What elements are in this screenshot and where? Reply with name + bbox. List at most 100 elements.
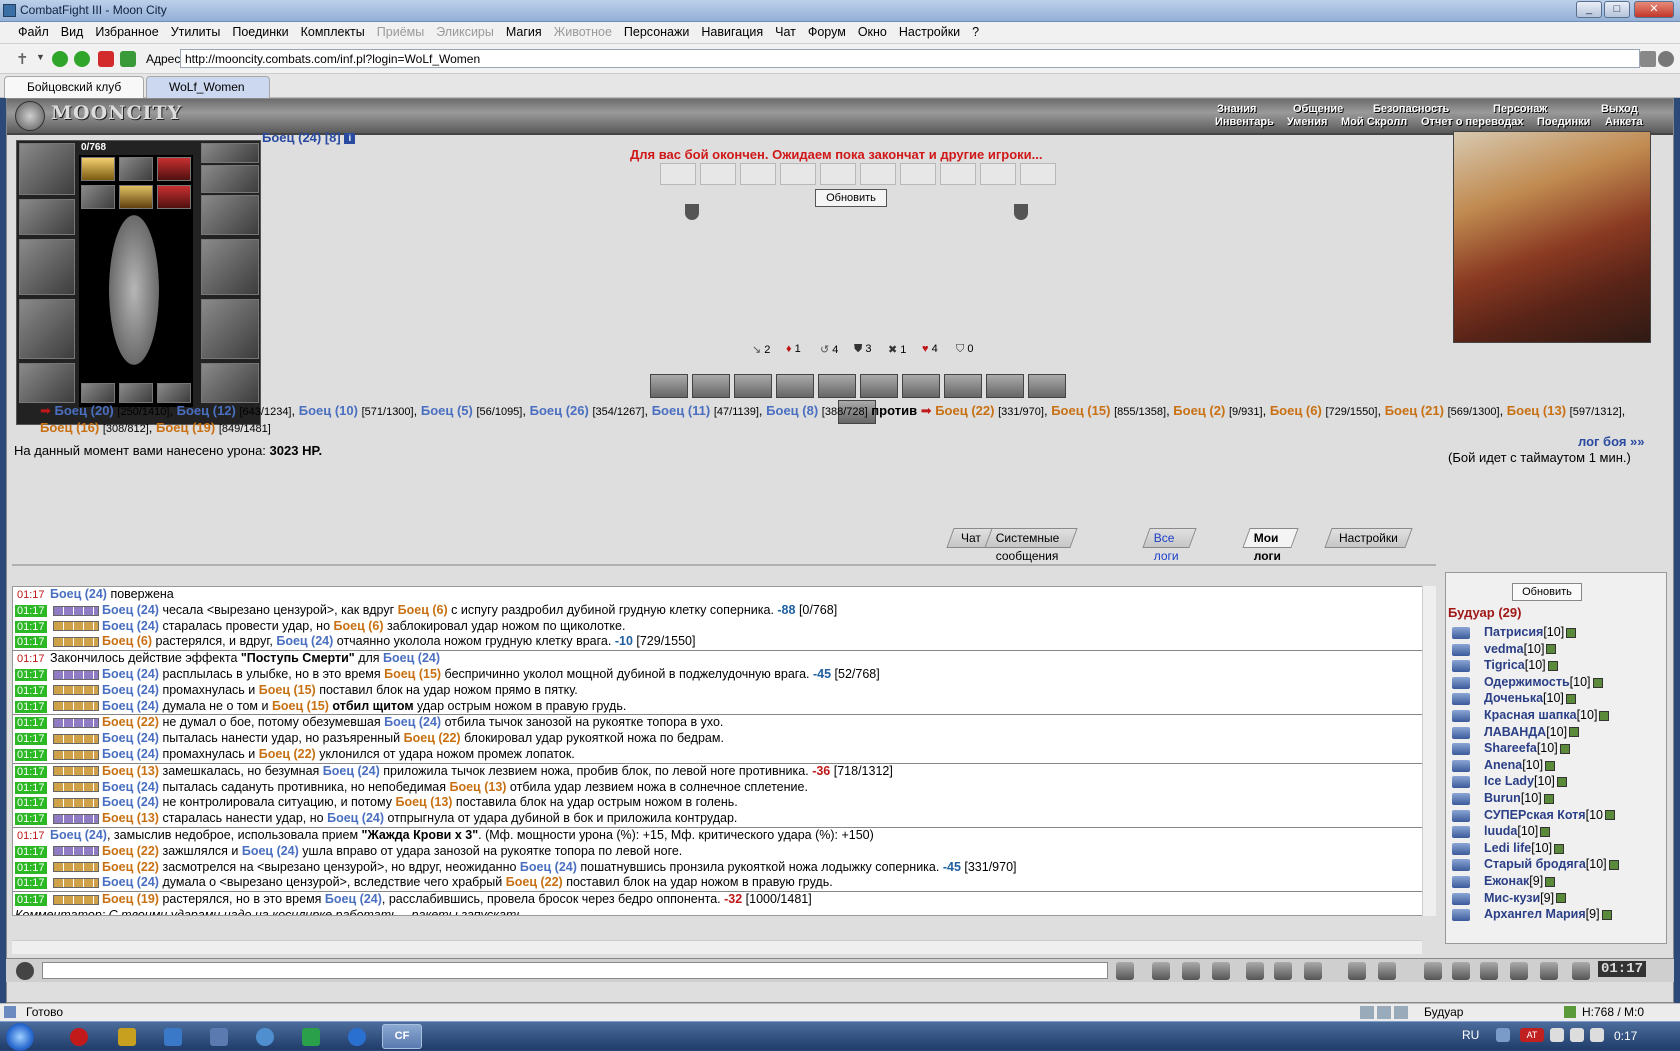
- menu-item[interactable]: Настройки: [893, 22, 966, 43]
- fighter-entry[interactable]: Боец (16) [308/812]: [40, 420, 149, 435]
- app-icon-3[interactable]: [164, 1028, 182, 1046]
- user-room-icon[interactable]: [1452, 660, 1470, 673]
- user-entry[interactable]: Старый бродяга[10]: [1484, 857, 1619, 871]
- rune-slot-2[interactable]: [119, 383, 153, 403]
- close-button[interactable]: ✕: [1634, 1, 1674, 18]
- skill-button[interactable]: [860, 374, 898, 398]
- skill-button[interactable]: [902, 374, 940, 398]
- player-name[interactable]: Боец (24) [8] i: [262, 130, 356, 145]
- nav-battles[interactable]: Поединки: [1537, 116, 1590, 128]
- rune-slot-1[interactable]: [81, 383, 115, 403]
- start-button[interactable]: [6, 1023, 34, 1051]
- toolbar-icon[interactable]: [1116, 962, 1134, 980]
- maximize-button[interactable]: □: [1604, 1, 1630, 18]
- user-entry[interactable]: Доченька[10]: [1484, 691, 1576, 705]
- scroll-slot-4[interactable]: [81, 185, 115, 209]
- skill-button[interactable]: [734, 374, 772, 398]
- user-room-icon[interactable]: [1452, 776, 1470, 789]
- user-info-icon[interactable]: [1546, 644, 1557, 655]
- user-info-icon[interactable]: [1545, 876, 1556, 887]
- battle-log-link[interactable]: лог боя »»: [1578, 434, 1645, 449]
- menu-item[interactable]: Файл: [12, 22, 55, 43]
- user-info-icon[interactable]: [1547, 660, 1558, 671]
- network-icon[interactable]: [1496, 1028, 1510, 1042]
- belt-slot[interactable]: [19, 363, 75, 403]
- menu-item[interactable]: ?: [966, 22, 985, 43]
- menu-item[interactable]: Животное: [548, 22, 618, 43]
- user-info-icon[interactable]: [1554, 843, 1565, 854]
- toolbar-icon[interactable]: [1212, 962, 1230, 980]
- user-info-icon[interactable]: [1556, 777, 1567, 788]
- legs-slot[interactable]: [201, 299, 259, 359]
- amulet-slot[interactable]: [201, 143, 259, 163]
- user-room-icon[interactable]: [1452, 826, 1470, 839]
- user-entry[interactable]: Burun[10]: [1484, 791, 1554, 805]
- menu-item[interactable]: Чат: [769, 22, 802, 43]
- user-entry[interactable]: Одержимость[10]: [1484, 675, 1603, 689]
- menu-item[interactable]: Избранное: [89, 22, 164, 43]
- weapon-right-slot[interactable]: [201, 239, 259, 295]
- back-icon[interactable]: [52, 51, 68, 67]
- minimize-button[interactable]: _: [1576, 1, 1602, 18]
- user-info-icon[interactable]: [1556, 893, 1567, 904]
- user-entry[interactable]: СУПЕРская Котя[10: [1484, 808, 1615, 822]
- user-info-icon[interactable]: [1543, 793, 1554, 804]
- user-room-icon[interactable]: [1452, 627, 1470, 639]
- menu-item[interactable]: Приёмы: [371, 22, 430, 43]
- settings-icon[interactable]: [1658, 51, 1674, 67]
- user-info-icon[interactable]: [1566, 627, 1577, 638]
- user-room-icon[interactable]: [1452, 859, 1470, 872]
- toolbar-icon[interactable]: [1452, 962, 1470, 980]
- menu-item[interactable]: Окно: [852, 22, 893, 43]
- user-info-icon[interactable]: [1545, 760, 1556, 771]
- user-room-icon[interactable]: [1452, 643, 1470, 656]
- menu-item[interactable]: Поединки: [226, 22, 294, 43]
- user-room-icon[interactable]: [1452, 793, 1470, 805]
- menu-item[interactable]: Форум: [802, 22, 852, 43]
- user-info-icon[interactable]: [1559, 743, 1570, 754]
- user-entry[interactable]: Shareefa[10]: [1484, 741, 1570, 755]
- fighter-entry[interactable]: Боец (11) [47/1139]: [652, 403, 759, 418]
- nav-skills[interactable]: Умения: [1287, 116, 1327, 128]
- pin-icon[interactable]: ✝: [16, 50, 29, 68]
- skill-button[interactable]: [776, 374, 814, 398]
- app-icon-5[interactable]: [256, 1028, 274, 1046]
- toolbar-icon[interactable]: [1510, 962, 1528, 980]
- fighter-entry[interactable]: Боец (6) [729/1550]: [1270, 403, 1378, 418]
- fighter-entry[interactable]: ➡ Боец (20) [250/1410]: [40, 403, 169, 418]
- user-room-icon[interactable]: [1452, 876, 1470, 888]
- user-entry[interactable]: Архангел Мария[9]: [1484, 907, 1612, 921]
- gloves-slot[interactable]: [201, 195, 259, 235]
- toolbar-icon[interactable]: [1246, 962, 1264, 980]
- user-info-icon[interactable]: [1565, 694, 1576, 705]
- fighter-entry[interactable]: Боец (21) [569/1300]: [1385, 403, 1500, 418]
- user-entry[interactable]: Ledi life[10]: [1484, 841, 1565, 855]
- skill-button[interactable]: [986, 374, 1024, 398]
- chat-tab[interactable]: Настройки: [1324, 528, 1413, 548]
- forward-icon[interactable]: [74, 51, 90, 67]
- tab-wolf-women[interactable]: WoLf_Women: [146, 76, 270, 98]
- fighter-entry[interactable]: Боец (26) [354/1267]: [530, 403, 645, 418]
- nav-profile[interactable]: Анкета: [1605, 116, 1643, 128]
- skill-button[interactable]: [944, 374, 982, 398]
- log-scrollbar[interactable]: [1422, 586, 1436, 916]
- users-refresh-button[interactable]: Обновить: [1512, 583, 1582, 601]
- chat-tab[interactable]: Все логи: [1142, 528, 1197, 563]
- menu-item[interactable]: Персонажи: [618, 22, 695, 43]
- user-room-icon[interactable]: [1452, 892, 1470, 905]
- volume-icon[interactable]: [1570, 1028, 1584, 1042]
- chat-tab[interactable]: Мои логи: [1242, 528, 1299, 563]
- user-entry[interactable]: Патрисия[10]: [1484, 625, 1577, 639]
- combatfight-task[interactable]: CF: [382, 1024, 422, 1049]
- toolbar-icon[interactable]: [1274, 962, 1292, 980]
- toolbar-icon[interactable]: [1540, 962, 1558, 980]
- weapon-left-slot[interactable]: [19, 239, 75, 295]
- menu-item[interactable]: Магия: [500, 22, 548, 43]
- user-entry[interactable]: luuda[10]: [1484, 824, 1551, 838]
- fighter-entry[interactable]: Боец (10) [571/1300]: [299, 403, 414, 418]
- language-indicator[interactable]: RU: [1462, 1028, 1479, 1042]
- menu-item[interactable]: Эликсиры: [430, 22, 500, 43]
- fighter-entry[interactable]: ➡ Боец (22) [331/970]: [921, 403, 1044, 418]
- scroll-slot-3[interactable]: [157, 157, 191, 181]
- tray-icon-2[interactable]: [1550, 1028, 1564, 1042]
